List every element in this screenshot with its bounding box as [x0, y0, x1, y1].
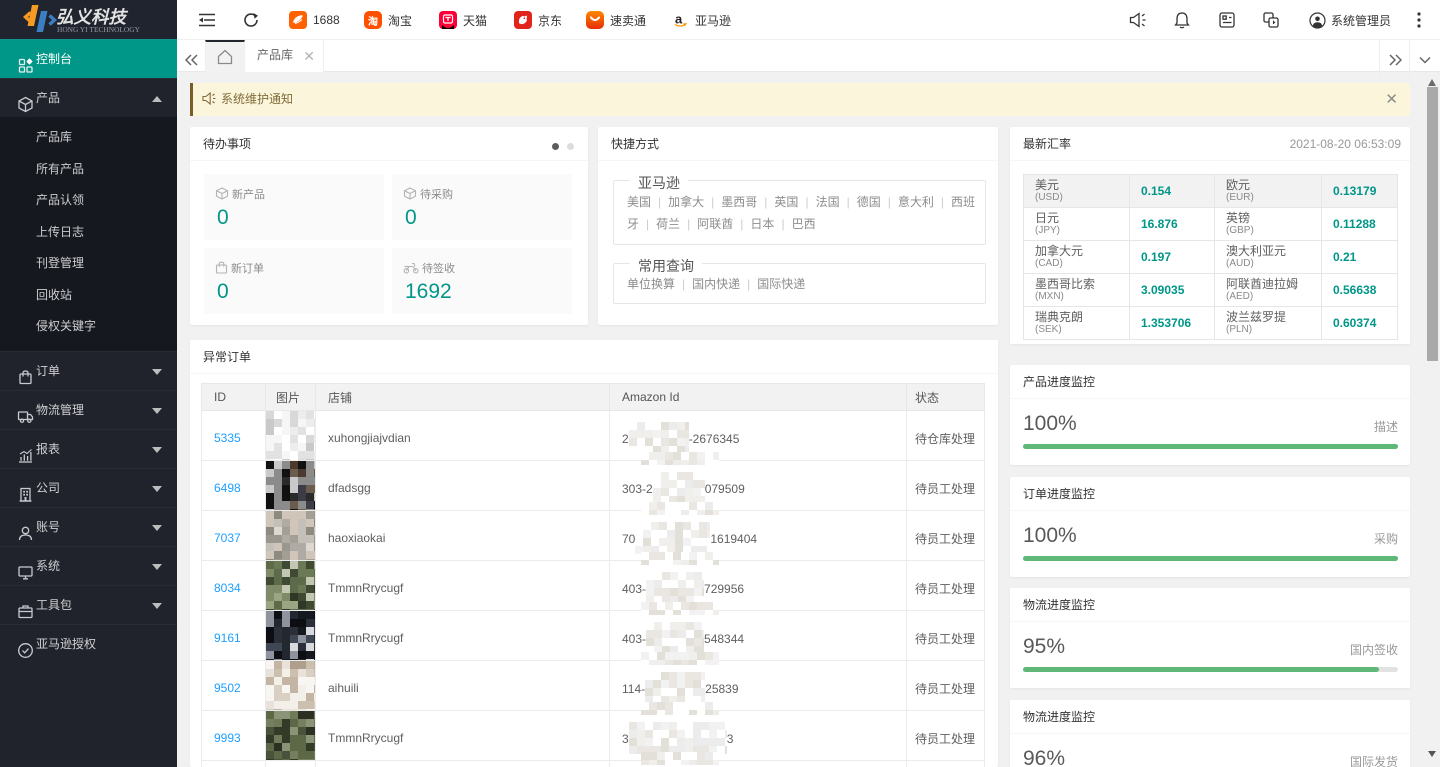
svg-text:HONG YI TECHNOLOGY: HONG YI TECHNOLOGY [57, 25, 141, 34]
svg-text:a: a [675, 12, 683, 27]
svg-text:弘义科技: 弘义科技 [56, 7, 128, 27]
